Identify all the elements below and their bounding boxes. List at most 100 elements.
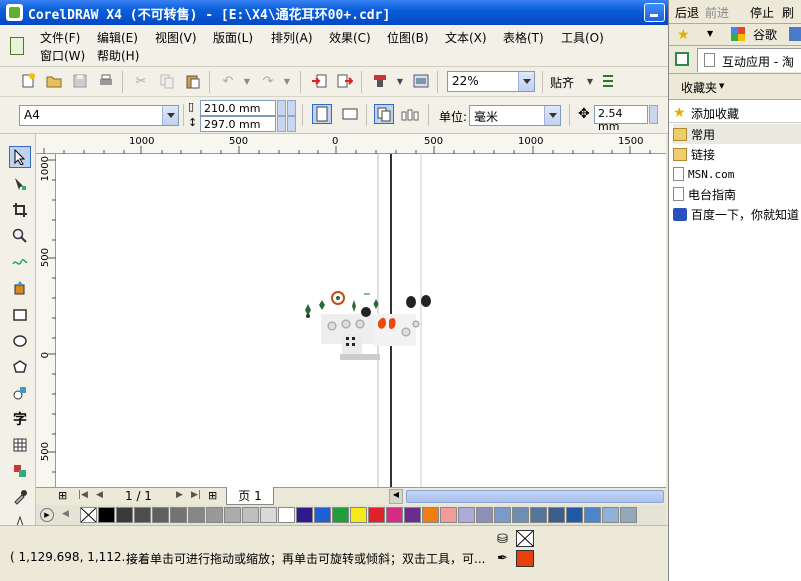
color-swatch[interactable] — [440, 507, 457, 523]
shape-tool-icon[interactable] — [9, 173, 31, 195]
color-swatch[interactable] — [188, 507, 205, 523]
zoom-tool-icon[interactable] — [9, 225, 31, 247]
open-folder-icon[interactable] — [44, 71, 64, 91]
color-swatch[interactable] — [530, 507, 547, 523]
color-swatch[interactable] — [260, 507, 277, 523]
pick-tool-icon[interactable] — [9, 146, 31, 168]
chevron-down-icon[interactable]: ▼ — [719, 82, 724, 90]
google-link[interactable]: 谷歌 — [753, 26, 777, 43]
color-swatch[interactable] — [98, 507, 115, 523]
next-page-icon[interactable]: ▶ — [176, 490, 183, 500]
last-page-icon[interactable]: ▶| — [191, 490, 201, 500]
cut-icon[interactable]: ✂ — [131, 71, 151, 91]
tab-interactive-apps[interactable]: 互动应用 - 淘 — [697, 48, 801, 72]
color-swatch[interactable] — [512, 507, 529, 523]
vertical-ruler[interactable]: 1000 500 0 500 — [36, 154, 56, 488]
palette-left-icon[interactable]: ◀ — [62, 509, 69, 519]
chevron-down-icon[interactable]: ▼ — [707, 29, 713, 38]
application-launcher-icon[interactable] — [370, 71, 390, 91]
first-page-icon[interactable]: |◀ — [78, 490, 88, 500]
smart-fill-tool-icon[interactable] — [9, 277, 31, 299]
scroll-left-icon[interactable]: ◀ — [389, 489, 403, 504]
polygon-tool-icon[interactable] — [9, 356, 31, 378]
menu-effects[interactable]: 效果(C) — [329, 29, 371, 46]
menu-bitmaps[interactable]: 位图(B) — [387, 29, 429, 46]
favorite-baidu[interactable]: 百度一下，你就知道 — [673, 204, 801, 224]
launcher-dropdown-icon[interactable]: ▼ — [390, 71, 410, 91]
eyedropper-tool-icon[interactable] — [9, 486, 31, 508]
star-icon[interactable]: ★ — [677, 27, 690, 43]
text-tool-icon[interactable]: 字 — [9, 408, 31, 430]
favorite-folder-links[interactable]: 链接 — [673, 144, 801, 164]
chevron-down-icon[interactable] — [162, 106, 178, 125]
snap-dropdown-icon[interactable]: ▼ — [580, 71, 600, 91]
menu-file[interactable]: 文件(F) — [40, 29, 80, 46]
favorites-title[interactable]: 收藏夹 — [681, 79, 717, 96]
height-spin-icon[interactable] — [287, 116, 296, 132]
menu-help[interactable]: 帮助(H) — [97, 47, 139, 64]
color-swatch[interactable] — [350, 507, 367, 523]
color-swatch[interactable] — [584, 507, 601, 523]
copy-icon[interactable] — [157, 71, 177, 91]
color-swatch[interactable] — [566, 507, 583, 523]
export-icon[interactable] — [335, 71, 355, 91]
snap-to-label[interactable]: 贴齐 — [550, 74, 574, 91]
favorite-radio-guide[interactable]: 电台指南 — [673, 184, 801, 204]
zoom-level-select[interactable]: 22% — [447, 71, 535, 92]
height-spin-icon[interactable] — [277, 116, 286, 132]
color-swatch[interactable] — [458, 507, 475, 523]
nudge-spin-icon[interactable] — [649, 105, 658, 124]
menu-layout[interactable]: 版面(L) — [213, 29, 253, 46]
welcome-screen-icon[interactable] — [411, 71, 431, 91]
stop-button[interactable]: 停止 — [750, 4, 774, 21]
redo-icon[interactable]: ↷ — [258, 71, 278, 91]
page-height-input[interactable]: 297.0 mm — [200, 116, 276, 132]
undo-dropdown-icon[interactable]: ▼ — [237, 71, 257, 91]
forward-button[interactable]: 前进 — [705, 4, 729, 21]
crop-tool-icon[interactable] — [9, 199, 31, 221]
menu-window[interactable]: 窗口(W) — [40, 47, 85, 64]
color-swatch[interactable] — [278, 507, 295, 523]
portrait-icon[interactable] — [312, 104, 332, 124]
print-icon[interactable] — [96, 71, 116, 91]
color-swatch[interactable] — [170, 507, 187, 523]
nudge-distance-input[interactable]: 2.54 mm — [594, 105, 648, 133]
menu-edit[interactable]: 编辑(E) — [97, 29, 138, 46]
color-swatch[interactable] — [134, 507, 151, 523]
ellipse-tool-icon[interactable] — [9, 330, 31, 352]
save-icon[interactable] — [70, 71, 90, 91]
drawing-canvas[interactable] — [56, 154, 666, 488]
new-document-icon[interactable] — [18, 71, 38, 91]
color-swatch[interactable] — [422, 507, 439, 523]
color-swatch[interactable] — [152, 507, 169, 523]
freehand-tool-icon[interactable] — [9, 251, 31, 273]
color-swatch[interactable] — [206, 507, 223, 523]
menu-text[interactable]: 文本(X) — [445, 29, 487, 46]
options-icon[interactable] — [598, 71, 618, 91]
color-swatch[interactable] — [116, 507, 133, 523]
rectangle-tool-icon[interactable] — [9, 304, 31, 326]
color-swatch[interactable] — [404, 507, 421, 523]
import-icon[interactable] — [309, 71, 329, 91]
color-swatch[interactable] — [242, 507, 259, 523]
interactive-tool-icon[interactable] — [9, 460, 31, 482]
previous-page-icon[interactable]: ◀ — [96, 490, 103, 500]
color-swatch[interactable] — [602, 507, 619, 523]
page-tab[interactable]: 页 1 — [226, 487, 274, 505]
menu-table[interactable]: 表格(T) — [503, 29, 544, 46]
color-swatch[interactable] — [314, 507, 331, 523]
menu-view[interactable]: 视图(V) — [155, 29, 197, 46]
color-swatch[interactable] — [494, 507, 511, 523]
all-pages-icon[interactable] — [374, 104, 394, 124]
tab-list-icon[interactable] — [675, 52, 689, 66]
palette-scroll-icon[interactable]: ▶ — [40, 508, 54, 522]
chevron-down-icon[interactable] — [518, 72, 534, 91]
table-tool-icon[interactable] — [9, 434, 31, 456]
undo-icon[interactable]: ↶ — [218, 71, 238, 91]
color-swatch[interactable] — [548, 507, 565, 523]
unit-select[interactable]: 毫米 — [469, 105, 561, 126]
width-spin-icon[interactable] — [277, 100, 286, 116]
color-swatch[interactable] — [368, 507, 385, 523]
add-page-icon[interactable]: ⊞ — [58, 489, 67, 502]
horizontal-scrollbar[interactable] — [406, 490, 664, 503]
